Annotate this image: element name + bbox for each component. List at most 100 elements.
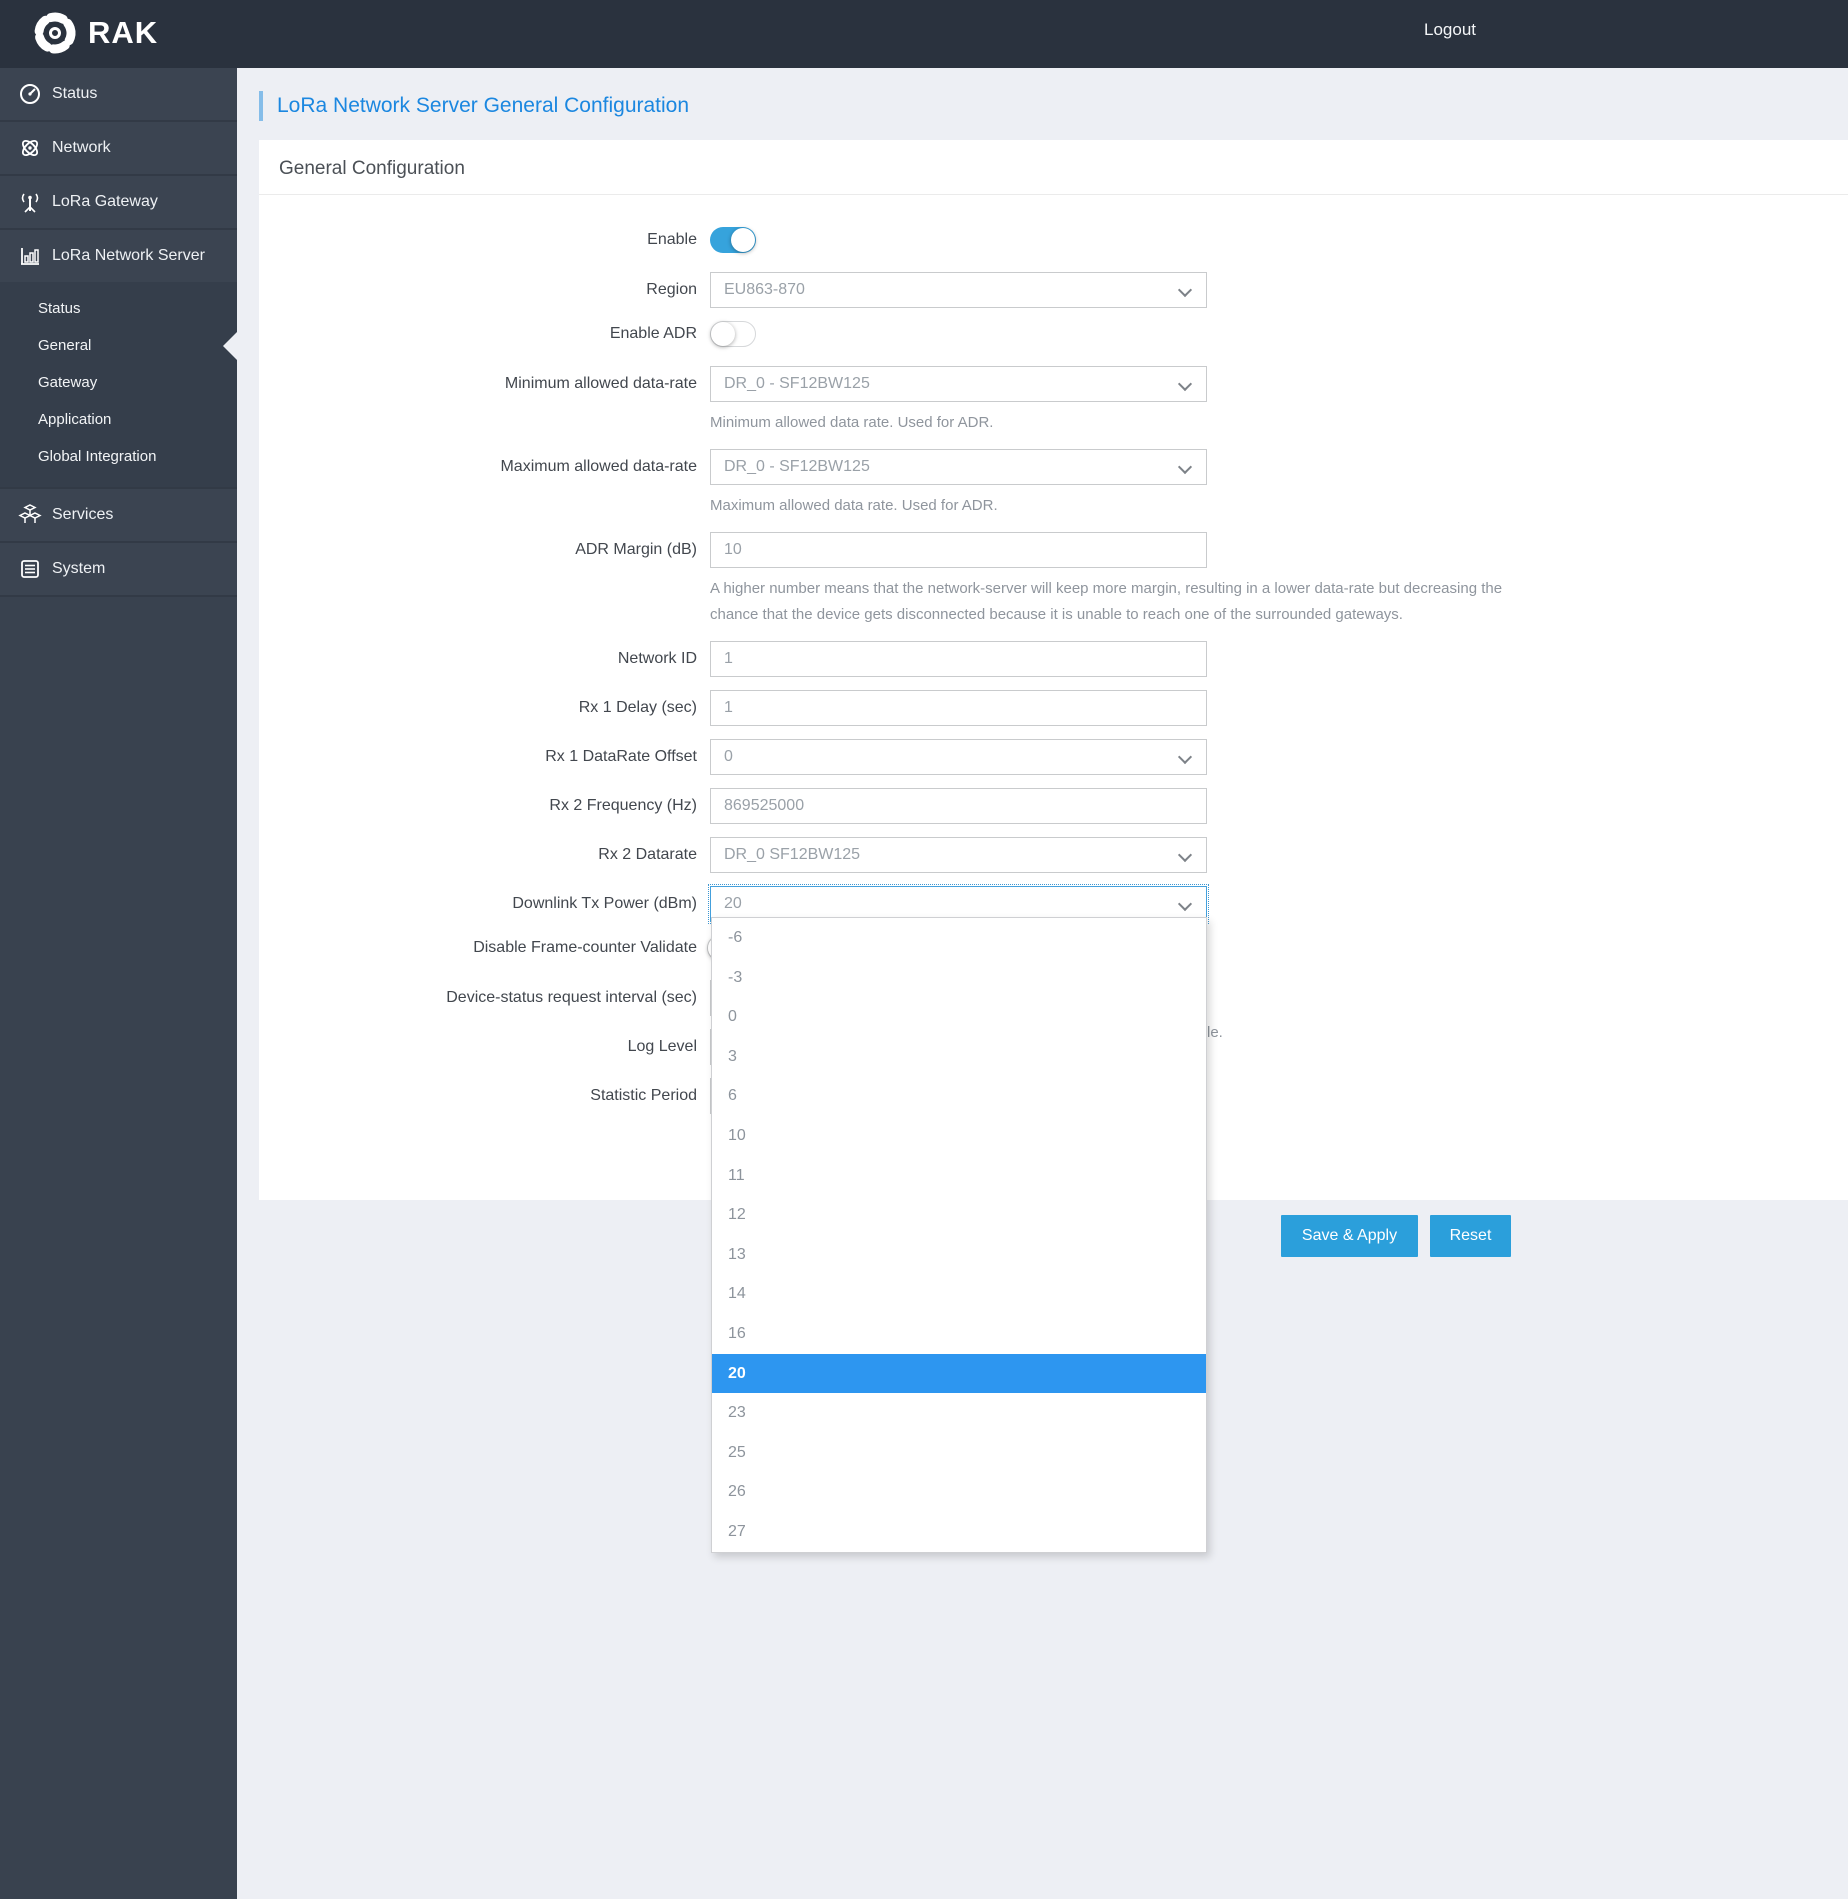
dropdown-option[interactable]: 3 [712,1037,1206,1077]
row-region: Region EU863-870 [259,272,1848,308]
enable-adr-toggle[interactable] [710,321,756,347]
dropdown-option[interactable]: -6 [712,918,1206,958]
submenu-item-general[interactable]: General [0,327,237,364]
dropdown-option[interactable]: 6 [712,1076,1206,1116]
dropdown-option[interactable]: 0 [712,997,1206,1037]
submenu-item-gateway[interactable]: Gateway [0,364,237,401]
top-bar: RAK Logout [0,0,1848,68]
lora-network-server-submenu: Status General Gateway Application Globa… [0,282,237,489]
chevron-down-icon [1177,847,1193,863]
submenu-item-application[interactable]: Application [0,401,237,438]
row-adr-margin: ADR Margin (dB) 10 A higher number means… [259,532,1848,628]
dropdown-option[interactable]: 26 [712,1472,1206,1512]
rx1-delay-label: Rx 1 Delay (sec) [578,699,697,716]
dropdown-option[interactable]: 16 [712,1314,1206,1354]
downlink-tx-power-dropdown: -6 -3 0 3 6 10 11 12 13 14 16 20 23 25 2… [711,917,1207,1553]
rx2-frequency-value: 869525000 [724,797,805,814]
submenu-item-label: Gateway [38,374,98,391]
downlink-tx-power-value: 20 [724,895,742,912]
sidebar-item-status[interactable]: Status [0,68,237,122]
rak-logo: RAK [32,10,158,56]
row-network-id: Network ID 1 [259,641,1848,677]
max-datarate-select[interactable]: DR_0 - SF12BW125 [710,449,1207,485]
chevron-down-icon [1177,896,1193,912]
sidebar-item-lora-gateway[interactable]: LoRa Gateway [0,176,237,230]
submenu-item-status[interactable]: Status [0,290,237,327]
region-label: Region [646,281,697,298]
submenu-item-label: Global Integration [38,448,157,465]
dropdown-option[interactable]: 27 [712,1512,1206,1552]
rx1-delay-input[interactable]: 1 [710,690,1207,726]
downlink-tx-power-label: Downlink Tx Power (dBm) [512,895,697,912]
save-apply-button[interactable]: Save & Apply [1281,1215,1418,1257]
bar-chart-icon [17,245,43,267]
sidebar-item-label: LoRa Gateway [52,193,158,210]
statistic-period-label: Statistic Period [590,1087,697,1104]
row-min-datarate: Minimum allowed data-rate DR_0 - SF12BW1… [259,366,1848,436]
submenu-item-label: General [38,337,92,354]
dropdown-option[interactable]: 11 [712,1156,1206,1196]
rx1-dr-offset-label: Rx 1 DataRate Offset [545,748,697,765]
submenu-item-label: Status [38,300,81,317]
max-datarate-value: DR_0 - SF12BW125 [724,458,870,475]
dropdown-option[interactable]: 25 [712,1433,1206,1473]
max-datarate-helper: Maximum allowed data rate. Used for ADR. [710,497,998,514]
dropdown-option[interactable]: 23 [712,1393,1206,1433]
network-id-input[interactable]: 1 [710,641,1207,677]
title-accent-bar [259,91,263,121]
dropdown-option-selected[interactable]: 20 [712,1353,1206,1394]
device-status-interval-label: Device-status request interval (sec) [446,989,697,1006]
logout-button[interactable]: Logout [1424,20,1476,40]
sidebar-item-lora-network-server[interactable]: LoRa Network Server [0,230,237,282]
rak-swirl-icon [32,10,78,56]
rx2-datarate-value: DR_0 SF12BW125 [724,846,861,863]
row-enable-adr: Enable ADR [259,321,1848,347]
network-id-label: Network ID [617,650,697,667]
enable-toggle[interactable] [710,227,756,253]
min-datarate-helper: Minimum allowed data rate. Used for ADR. [710,414,994,431]
dropdown-option[interactable]: 10 [712,1116,1206,1156]
atom-icon [17,137,43,159]
reset-button[interactable]: Reset [1430,1215,1511,1257]
rx1-dr-offset-select[interactable]: 0 [710,739,1207,775]
page-title: LoRa Network Server General Configuratio… [259,91,689,121]
rx1-delay-value: 1 [724,699,733,716]
dropdown-option[interactable]: 12 [712,1195,1206,1235]
rx2-frequency-label: Rx 2 Frequency (Hz) [549,797,697,814]
adr-margin-value: 10 [724,541,742,558]
min-datarate-select[interactable]: DR_0 - SF12BW125 [710,366,1207,402]
brand-name: RAK [88,15,159,50]
row-rx1-dr-offset: Rx 1 DataRate Offset 0 [259,739,1848,775]
page-title-text: LoRa Network Server General Configuratio… [277,94,690,117]
gauge-icon [17,83,43,105]
max-datarate-label: Maximum allowed data-rate [500,458,697,475]
rx2-datarate-label: Rx 2 Datarate [598,846,697,863]
dropdown-option[interactable]: -3 [712,958,1206,998]
dropdown-option[interactable]: 14 [712,1274,1206,1314]
row-rx1-delay: Rx 1 Delay (sec) 1 [259,690,1848,726]
app-root: RAK Logout Status Network LoRa Gateway L… [0,0,1848,1899]
sidebar-item-system[interactable]: System [0,543,237,597]
rx2-frequency-input[interactable]: 869525000 [710,788,1207,824]
min-datarate-label: Minimum allowed data-rate [504,375,697,392]
sidebar-item-label: Status [52,85,98,102]
adr-margin-helper: A higher number means that the network-s… [710,580,1503,623]
log-level-label: Log Level [627,1038,697,1055]
device-status-helper-fragment: le. [1207,1024,1223,1041]
frame-counter-label: Disable Frame-counter Validate [473,939,697,956]
active-item-arrow [223,331,237,360]
enable-adr-label: Enable ADR [609,325,697,342]
sidebar-item-label: Services [52,506,114,523]
sidebar: Status Network LoRa Gateway LoRa Network… [0,68,237,1899]
sidebar-item-services[interactable]: Services [0,489,237,543]
sidebar-item-label: LoRa Network Server [52,247,205,264]
sidebar-item-network[interactable]: Network [0,122,237,176]
region-select[interactable]: EU863-870 [710,272,1207,308]
submenu-item-global-integration[interactable]: Global Integration [0,438,237,475]
rx2-datarate-select[interactable]: DR_0 SF12BW125 [710,837,1207,873]
chevron-down-icon [1177,376,1193,392]
rx1-dr-offset-value: 0 [724,748,733,765]
dropdown-option[interactable]: 13 [712,1235,1206,1275]
adr-margin-input[interactable]: 10 [710,532,1207,568]
row-rx2-datarate: Rx 2 Datarate DR_0 SF12BW125 [259,837,1848,873]
